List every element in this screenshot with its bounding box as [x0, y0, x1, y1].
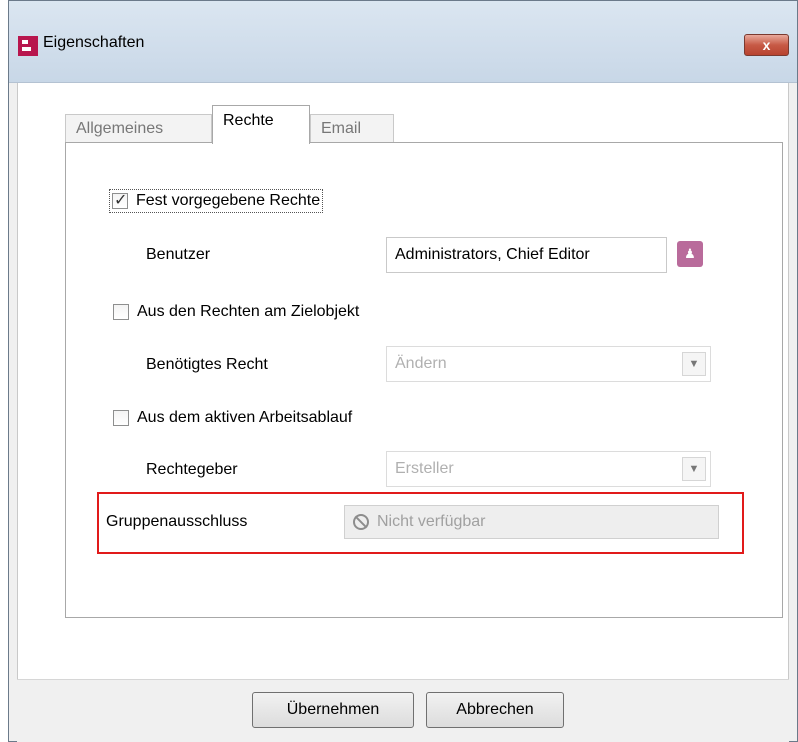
group-exclusion-value: Nicht verfügbar [377, 513, 486, 530]
title-bar: Eigenschaften x [9, 1, 797, 83]
grantor-label: Rechtegeber [146, 461, 238, 478]
workflow-rights-row[interactable]: Aus dem aktiven Arbeitsablauf [113, 409, 352, 427]
app-logo-icon [18, 36, 38, 56]
group-exclusion-label: Gruppenausschluss [106, 513, 248, 530]
chevron-down-icon[interactable]: ▼ [682, 352, 706, 376]
target-rights-label: Aus den Rechten am Zielobjekt [137, 303, 360, 320]
required-right-dropdown[interactable]: Ändern ▼ [386, 346, 711, 382]
grantor-dropdown[interactable]: Ersteller ▼ [386, 451, 711, 487]
fixed-rights-row[interactable]: Fest vorgegebene Rechte [109, 189, 324, 213]
select-users-button[interactable]: ♟ [677, 241, 703, 267]
user-field[interactable]: Administrators, Chief Editor [386, 237, 667, 273]
not-available-icon [353, 514, 369, 530]
workflow-rights-label: Aus dem aktiven Arbeitsablauf [137, 409, 353, 426]
fixed-rights-label: Fest vorgegebene Rechte [136, 192, 321, 209]
required-right-value: Ändern [395, 355, 447, 372]
users-icon: ♟ [684, 246, 696, 261]
close-button[interactable]: x [744, 34, 789, 56]
properties-dialog: Eigenschaften x Allgemeines Rechte Email… [8, 0, 798, 742]
fixed-rights-checkbox[interactable] [112, 190, 128, 210]
tab-email[interactable]: Email [310, 114, 394, 143]
cancel-button[interactable]: Abbrechen [426, 692, 564, 728]
group-exclusion-field: Nicht verfügbar [344, 505, 719, 539]
tab-rechte[interactable]: Rechte [212, 105, 310, 144]
apply-button[interactable]: Übernehmen [252, 692, 414, 728]
chevron-down-icon[interactable]: ▼ [682, 457, 706, 481]
required-right-label: Benötigtes Recht [146, 356, 268, 373]
user-label: Benutzer [146, 246, 211, 263]
target-rights-checkbox[interactable] [113, 304, 129, 320]
grantor-value: Ersteller [395, 460, 454, 477]
target-rights-row[interactable]: Aus den Rechten am Zielobjekt [113, 303, 359, 321]
fixed-rights-focus: Fest vorgegebene Rechte [109, 189, 324, 213]
window-title: Eigenschaften [43, 34, 145, 51]
tab-allgemeines[interactable]: Allgemeines [65, 114, 212, 143]
button-bar: Übernehmen Abbrechen [17, 679, 789, 742]
workflow-rights-checkbox[interactable] [113, 410, 129, 426]
